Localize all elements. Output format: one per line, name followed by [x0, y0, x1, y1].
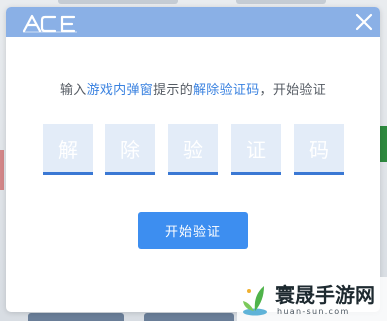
code-input-box-4[interactable]: 证: [231, 124, 281, 175]
verification-dialog: 输入游戏内弹窗提示的解除验证码，开始验证 解 除 验 证 码 开始验证: [6, 7, 380, 312]
background-element: [379, 126, 387, 162]
instruction-highlight: 解除验证码: [193, 83, 260, 98]
code-input-row: 解 除 验 证 码: [43, 124, 344, 176]
instruction-part: ，开始验证: [259, 83, 327, 98]
code-input-box-3[interactable]: 验: [168, 124, 218, 175]
code-input-box-2[interactable]: 除: [105, 124, 155, 175]
leaf-logo-icon: [243, 286, 267, 316]
instruction-highlight: 游戏内弹窗: [86, 83, 154, 98]
instruction-text: 输入游戏内弹窗提示的解除验证码，开始验证: [6, 79, 380, 98]
background-element: [144, 313, 234, 321]
watermark-title: 寰晟手游网: [275, 283, 375, 307]
background-element: [0, 150, 4, 190]
background-element: [58, 0, 178, 4]
start-verification-button[interactable]: 开始验证: [138, 212, 248, 249]
ace-logo: [22, 14, 77, 33]
dialog-header: [6, 7, 380, 37]
code-input-box-1[interactable]: 解: [43, 124, 93, 175]
instruction-part: 输入: [59, 83, 87, 98]
background-element: [28, 313, 124, 321]
background-element: [236, 0, 326, 4]
watermark-url: huan-sun.com: [277, 307, 350, 316]
instruction-part: 提示的: [153, 83, 193, 98]
watermark: 寰晟手游网 huan-sun.com: [237, 277, 387, 321]
close-icon[interactable]: [354, 12, 374, 32]
code-input-box-5[interactable]: 码: [294, 124, 344, 175]
